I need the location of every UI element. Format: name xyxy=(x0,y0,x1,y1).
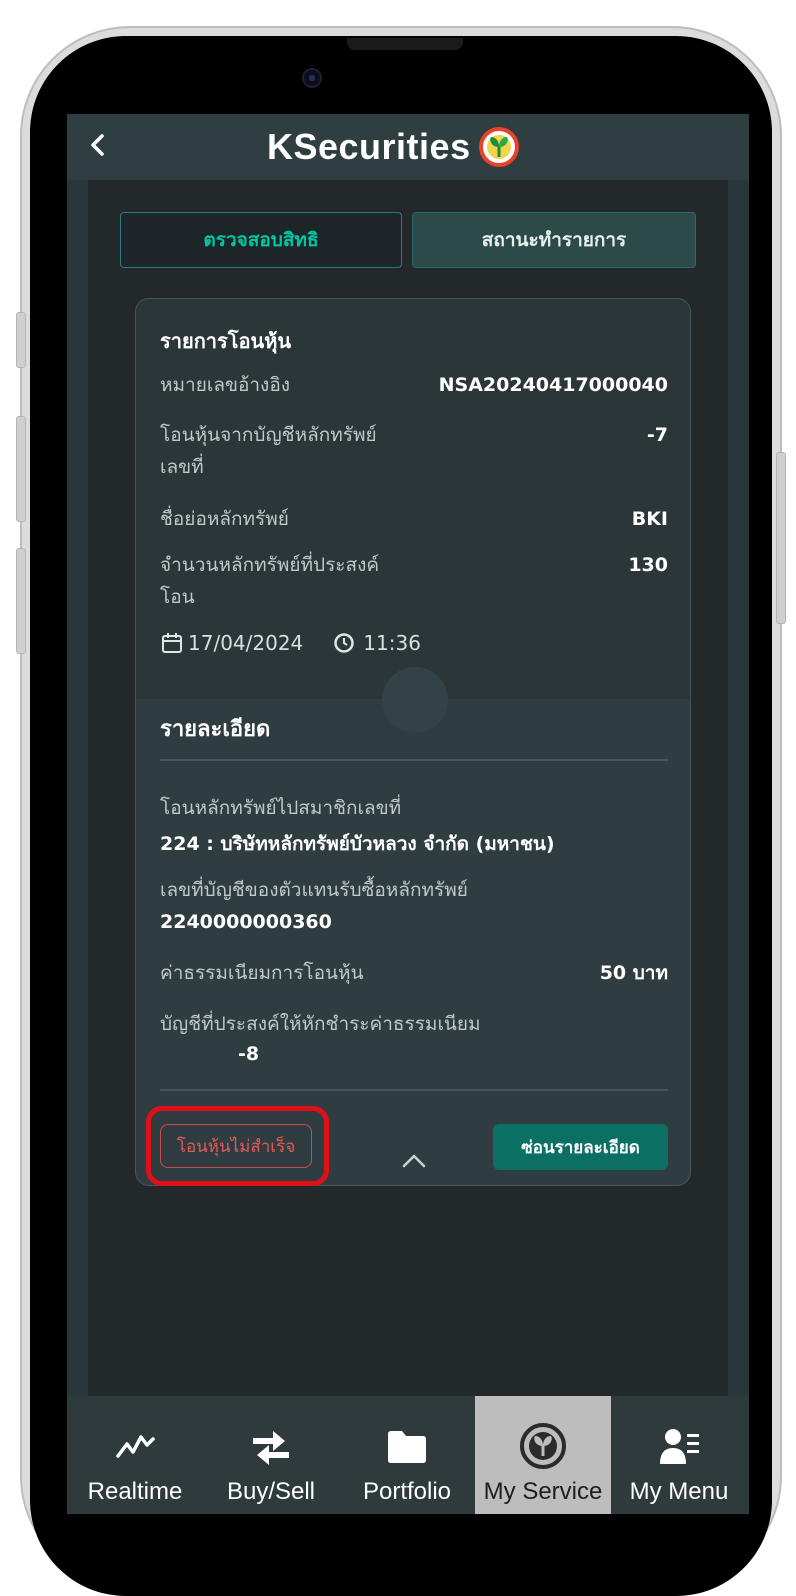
mute-switch xyxy=(16,312,26,368)
back-arrow-icon[interactable] xyxy=(85,128,109,162)
kbank-logo-icon xyxy=(478,127,519,167)
reference-value: NSA20240417000040 xyxy=(438,374,668,396)
nav-realtime[interactable]: Realtime xyxy=(67,1396,203,1514)
details-divider xyxy=(160,759,668,761)
nav-my-menu[interactable]: My Menu xyxy=(611,1396,747,1514)
nav-my-service[interactable]: My Service xyxy=(475,1396,611,1514)
symbol-row: ชื่อย่อหลักทรัพย์ BKI xyxy=(160,503,668,535)
fee-label: ค่าธรรมเนียมการโอนหุ้น xyxy=(160,962,364,984)
volume-down-button xyxy=(16,548,26,654)
from-account-label-line1: โอนหุ้นจากบัญชีหลักทรัพย์ xyxy=(160,424,377,446)
nav-portfolio[interactable]: Portfolio xyxy=(339,1396,475,1514)
card-title: รายการโอนหุ้น xyxy=(160,329,292,353)
details-title: รายละเอียด xyxy=(160,717,271,742)
clock-icon xyxy=(334,633,355,653)
nav-label: Portfolio xyxy=(362,1478,452,1505)
fee-account-value: -8 xyxy=(238,1043,260,1065)
ksecurities-logo: KSecurities xyxy=(267,124,519,170)
calendar-icon xyxy=(162,633,182,653)
tab-bar: ตรวจสอบสิทธิ สถานะทำรายการ xyxy=(120,212,696,268)
from-account-label-line2: เลขที่ xyxy=(160,456,204,478)
fee-account-label: บัญชีที่ประสงค์ให้หักชำระค่าธรรมเนียม xyxy=(160,1013,481,1035)
quantity-label-line1: จำนวนหลักทรัพย์ที่ประสงค์ xyxy=(160,554,380,576)
symbol-value: BKI xyxy=(631,508,668,530)
from-account-value: -7 xyxy=(646,424,668,446)
nav-buy-sell[interactable]: Buy/Sell xyxy=(203,1396,339,1514)
folder-icon xyxy=(383,1424,431,1468)
agent-account-value: 2240000000360 xyxy=(160,911,332,933)
tab-check-rights[interactable]: ตรวจสอบสิทธิ xyxy=(120,212,402,268)
chevron-up-icon[interactable] xyxy=(399,1150,429,1170)
power-button xyxy=(776,452,786,624)
symbol-label: ชื่อย่อหลักทรัพย์ xyxy=(160,508,289,530)
card-notch xyxy=(382,667,448,733)
app-header: KSecurities xyxy=(67,114,749,180)
volume-up-button xyxy=(16,416,26,522)
status-highlight-box xyxy=(146,1106,329,1186)
transfer-card: รายการโอนหุ้น หมายเลขอ้างอิง NSA20240417… xyxy=(135,298,691,1186)
transaction-date: 17/04/2024 xyxy=(188,631,304,655)
transaction-datetime: 17/04/2024 11:36 xyxy=(160,631,421,655)
footer-divider xyxy=(160,1089,668,1091)
buy-sell-arrows-icon xyxy=(247,1424,295,1468)
tab-transaction-status[interactable]: สถานะทำรายการ xyxy=(412,212,696,268)
logo-text: KSecurities xyxy=(267,126,471,167)
realtime-chart-icon xyxy=(111,1424,159,1468)
quantity-label-line2: โอน xyxy=(160,586,195,608)
member-label: โอนหลักทรัพย์ไปสมาชิกเลขที่ xyxy=(160,797,402,819)
transaction-time: 11:36 xyxy=(363,631,421,655)
bottom-nav: Realtime Buy/Sell Portfolio My Service M… xyxy=(67,1396,749,1514)
quantity-row: จำนวนหลักทรัพย์ที่ประสงค์ โอน 130 xyxy=(160,549,668,613)
member-value: 224 : บริษัทหลักทรัพย์บัวหลวง จำกัด (มหา… xyxy=(160,833,555,855)
kbank-leaf-icon xyxy=(519,1423,567,1469)
agent-account-label: เลขที่บัญชีของตัวแทนรับซื้อหลักทรัพย์ xyxy=(160,879,468,901)
user-menu-icon xyxy=(655,1424,703,1468)
nav-label: Buy/Sell xyxy=(226,1478,316,1505)
reference-label: หมายเลขอ้างอิง xyxy=(160,374,291,396)
fee-row: ค่าธรรมเนียมการโอนหุ้น 50 บาท xyxy=(160,957,668,989)
from-account-row: โอนหุ้นจากบัญชีหลักทรัพย์ เลขที่ -7 xyxy=(160,419,668,483)
nav-label: My Menu xyxy=(629,1478,729,1505)
fee-value: 50 บาท xyxy=(599,962,668,984)
quantity-value: 130 xyxy=(628,554,668,576)
nav-label: My Service xyxy=(483,1478,603,1505)
speaker-grille xyxy=(347,38,463,50)
nav-label: Realtime xyxy=(87,1478,183,1505)
reference-row: หมายเลขอ้างอิง NSA20240417000040 xyxy=(160,369,668,401)
front-camera xyxy=(302,68,322,88)
hide-details-button[interactable]: ซ่อนรายละเอียด xyxy=(493,1124,668,1170)
